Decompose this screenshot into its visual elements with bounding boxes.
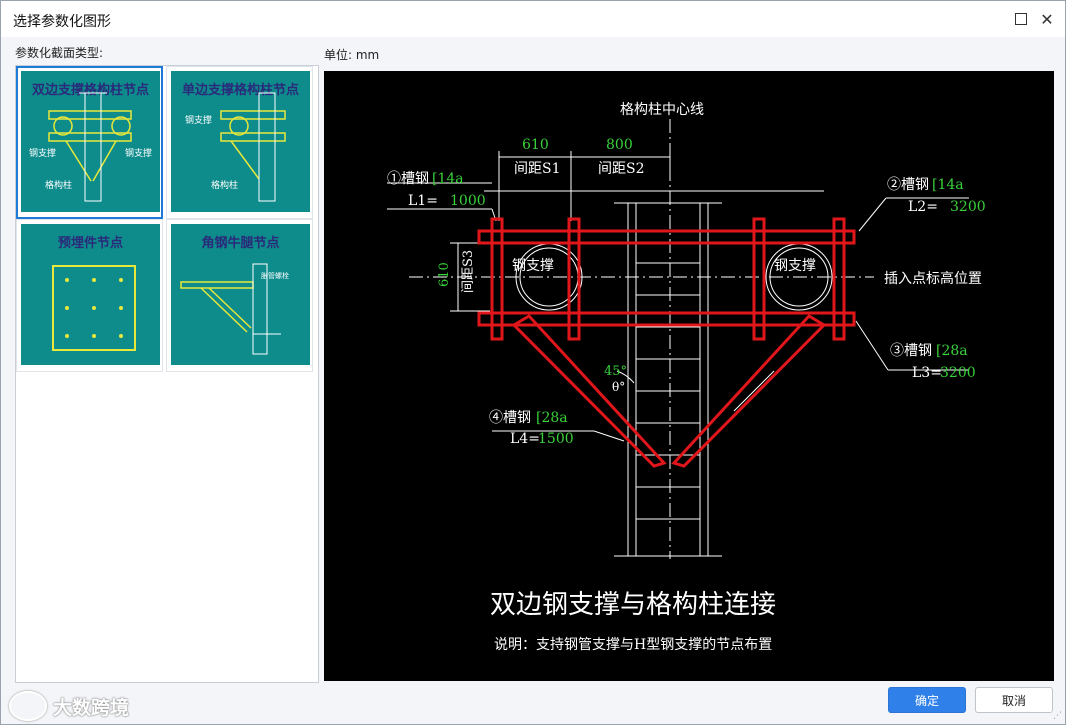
preview-canvas: 格构柱中心线 间距S1 间距S2 插入点标高位置 钢支撑 钢支撑 ①槽钢 L1=…: [324, 71, 1054, 681]
item1-len: 1000: [450, 193, 486, 209]
title-bar: 选择参数化图形 ✕: [1, 1, 1065, 37]
close-icon: ✕: [1040, 9, 1054, 29]
dim-s1: 610: [522, 137, 549, 153]
watermark-logo-icon: [9, 691, 47, 721]
resize-grip-icon[interactable]: ⋰: [1053, 711, 1063, 721]
thumb-drawing: 钢支撑 钢支撑 格构柱: [29, 92, 152, 202]
thumb-image-angle-bracket: 角钢牛腿节点 胀管螺栓: [171, 224, 310, 365]
item3-len: 3200: [940, 365, 976, 381]
item4-len-label: L4=: [510, 431, 540, 447]
watermark-text: 大数跨境: [53, 696, 130, 719]
thumb-label: 钢支撑: [29, 147, 56, 159]
thumb-label: 格构柱: [45, 179, 72, 191]
theta-label: θ°: [612, 380, 625, 394]
maximize-button[interactable]: [1009, 7, 1033, 31]
thumb-single-brace-node[interactable]: 单边支撑格构柱节点 钢支撑 格构柱: [166, 66, 313, 219]
item4-len: 1500: [538, 431, 574, 447]
thumb-embedded-plate-node[interactable]: 预埋件节点: [16, 219, 163, 372]
pipe-right-label: 钢支撑: [774, 258, 816, 274]
item2-spec: [14a: [932, 177, 964, 193]
item2-len-label: L2=: [908, 199, 938, 215]
window-title: 选择参数化图形: [13, 14, 111, 30]
watermark: 大数跨境: [9, 691, 129, 721]
thumb-drawing: [52, 265, 136, 351]
thumb-drawing: 钢支撑 格构柱: [185, 92, 286, 202]
thumb-angle-bracket-node[interactable]: 角钢牛腿节点 胀管螺栓: [166, 219, 313, 372]
insert-point-label: 插入点标高位置: [884, 270, 982, 287]
thumb-double-brace-node[interactable]: 双边支撑格构柱节点 钢支撑 钢支撑 格构柱: [16, 66, 163, 219]
maximize-icon: [1015, 13, 1027, 25]
item1-name: ①槽钢: [387, 171, 429, 187]
ok-button[interactable]: 确定: [888, 687, 966, 713]
dim-s2: 800: [606, 137, 633, 153]
item3-len-label: L3=: [912, 365, 942, 381]
drawing-heading: 双边钢支撑与格构柱连接: [490, 590, 776, 620]
dialog-window: 选择参数化图形 ✕ 参数化截面类型: 单位: mm 双边支撑格构柱节点 钢支撑 …: [0, 0, 1066, 725]
pipe-left-label: 钢支撑: [512, 258, 554, 274]
section-type-list: 双边支撑格构柱节点 钢支撑 钢支撑 格构柱 单边支撑格构柱节点 钢支撑 格构柱 …: [15, 65, 319, 683]
item1-len-label: L1=: [408, 193, 438, 209]
item4-name: ④槽钢: [489, 410, 531, 426]
section-label: 参数化截面类型:: [15, 46, 104, 60]
item2-name: ②槽钢: [887, 177, 929, 193]
thumb-image-single-brace: 单边支撑格构柱节点 钢支撑 格构柱: [171, 71, 310, 212]
thumb-label: 格构柱: [211, 179, 238, 191]
thumb-image-double-brace: 双边支撑格构柱节点 钢支撑 钢支撑 格构柱: [21, 71, 160, 212]
label-s3: 间距S3: [461, 250, 476, 293]
item3-spec: [28a: [936, 343, 968, 359]
unit-label: 单位: mm: [324, 48, 380, 62]
label-s2: 间距S2: [598, 161, 645, 177]
close-button[interactable]: ✕: [1035, 7, 1059, 31]
thumb-label: 钢支撑: [125, 147, 152, 159]
drawing-note: 说明：支持钢管支撑与H型钢支撑的节点布置: [494, 637, 772, 653]
dim-s3: 610: [437, 262, 452, 287]
preview-drawing: 格构柱中心线 间距S1 间距S2 插入点标高位置 钢支撑 钢支撑 ①槽钢 L1=…: [387, 102, 986, 653]
item3-name: ③槽钢: [890, 343, 932, 359]
item2-len: 3200: [950, 199, 986, 215]
angle-label: 45°: [604, 364, 627, 379]
item1-spec: [14a: [432, 171, 464, 187]
item4-spec: [28a: [536, 410, 568, 426]
thumb-label: 钢支撑: [185, 114, 212, 126]
thumb-image-embedded-plate: 预埋件节点: [21, 224, 160, 365]
thumb-drawing: 胀管螺栓: [180, 263, 289, 355]
thumb-label: 胀管螺栓: [261, 271, 289, 280]
cancel-button[interactable]: 取消: [975, 687, 1053, 713]
centerline-label: 格构柱中心线: [620, 102, 704, 118]
label-s1: 间距S1: [514, 161, 561, 177]
